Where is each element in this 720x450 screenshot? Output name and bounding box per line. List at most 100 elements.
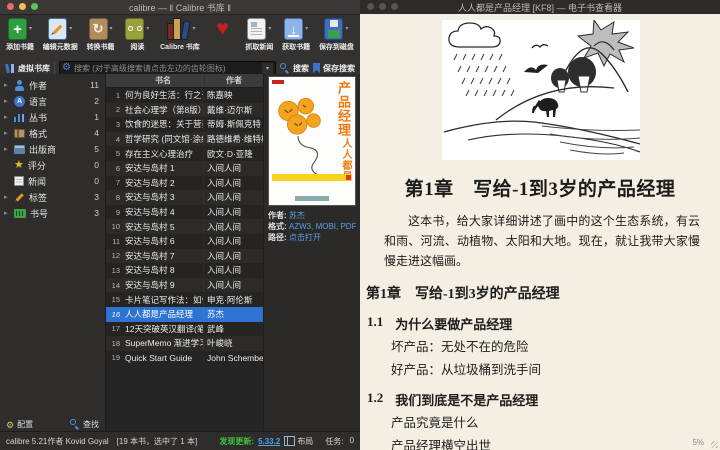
heart-icon: ♥	[216, 17, 229, 40]
expand-arrow-icon[interactable]: ▸	[4, 193, 10, 201]
virtual-library-icon	[5, 63, 15, 73]
book-row[interactable]: 13 安达与岛村 8 入间人间	[106, 263, 263, 278]
subsection-1-2: 1.2 我们到底是不是产品经理	[367, 390, 539, 409]
minimize-button[interactable]	[19, 3, 26, 10]
virtual-library-button[interactable]: 虚拟书库	[5, 63, 50, 74]
book-row[interactable]: 15卡片笔记写作法：如何实现从阅读...申克·阿伦斯	[106, 292, 263, 307]
gear-icon[interactable]: ⚙	[62, 63, 71, 73]
sidebar-item-publishers[interactable]: ▸ 出版商 5	[0, 141, 105, 157]
book-row[interactable]: 1何为良好生活：行之于途而应于心陈嘉映	[106, 88, 263, 103]
pencil-icon	[52, 24, 63, 34]
fetch-news-button[interactable]: ▾ 抓取新闻	[245, 17, 273, 52]
news-icon	[14, 176, 24, 186]
expand-arrow-icon[interactable]: ▸	[4, 129, 10, 137]
authors-icon	[14, 79, 25, 91]
save-search-button[interactable]: 保存搜索	[313, 63, 355, 74]
library-icon	[167, 18, 182, 40]
book-row[interactable]: 7 安达与岛村 2 入间人间	[106, 175, 263, 191]
maximize-button[interactable]	[391, 3, 398, 10]
resize-handle[interactable]	[711, 441, 718, 448]
book-row[interactable]: 3饮食的迷思：关于营养、健康和遗...蒂姆·斯佩克特	[106, 117, 263, 132]
jobs-indicator[interactable]: 任务: 0	[325, 436, 354, 447]
maximize-button[interactable]	[31, 3, 38, 10]
chevron-down-icon[interactable]: ▾	[345, 26, 348, 32]
book-row[interactable]: 6 安达与岛村 1 入间人间	[106, 160, 263, 176]
download-icon: ↓	[284, 18, 304, 40]
column-header-title[interactable]: 书名	[122, 75, 204, 86]
library-button[interactable]: ▾ Calibre 书库	[160, 17, 200, 52]
window-title: 人人都是产品经理 [KF8] — 电子书查看器	[457, 2, 622, 13]
floppy-disk-icon	[324, 18, 344, 40]
search-history-dropdown[interactable]: ▾	[262, 62, 273, 74]
sidebar-item-formats[interactable]: ▸ 格式 4	[0, 125, 105, 141]
book-row[interactable]: 5 存在主义心理治疗 欧文·D·亚隆	[106, 146, 263, 161]
layout-button[interactable]: 布局	[284, 436, 313, 447]
toc-line: 产品究竟是什么	[391, 416, 479, 431]
sidebar-item-languages[interactable]: ▸ 语言 2	[0, 93, 105, 109]
languages-icon	[14, 95, 25, 107]
chevron-down-icon[interactable]: ▾	[29, 26, 32, 32]
book-row[interactable]: 8 安达与岛村 3 入间人间	[106, 190, 263, 205]
minimize-button[interactable]	[379, 3, 386, 10]
calibre-titlebar[interactable]: calibre — ‖ Calibre 书库 ‖	[0, 0, 360, 15]
sidebar-item-identifiers[interactable]: ▸ 书号 3	[0, 205, 105, 221]
chevron-down-icon[interactable]: ▾	[268, 26, 271, 32]
ecosystem-illustration	[442, 18, 641, 160]
book-row[interactable]: 1712天突破英汉翻译(笔译篇)武峰	[106, 321, 263, 337]
expand-arrow-icon[interactable]: ▸	[4, 113, 10, 121]
chevron-down-icon[interactable]: ▾	[110, 26, 113, 32]
sidebar-item-series[interactable]: ▸ 丛书 1	[0, 109, 105, 125]
toc-line: 坏产品：无处不在的危险	[391, 340, 529, 355]
viewer-titlebar[interactable]: 人人都是产品经理 [KF8] — 电子书查看器	[360, 0, 720, 14]
chevron-down-icon[interactable]: ▾	[69, 26, 72, 32]
sidebar-item-news[interactable]: ▸ 新闻 0	[0, 173, 105, 189]
expand-arrow-icon[interactable]: ▸	[4, 81, 10, 89]
edit-metadata-button[interactable]: ▾ 编辑元数据	[43, 17, 78, 52]
close-button[interactable]	[367, 3, 374, 10]
book-row[interactable]: 18SuperMemo 渐进学习大型指北叶峻峣	[106, 336, 263, 351]
donate-button[interactable]: ♥	[209, 17, 237, 42]
chevron-down-icon[interactable]: ▾	[192, 26, 195, 32]
book-row[interactable]: 14 安达与岛村 9 入间人间	[106, 277, 263, 293]
update-notice: 发现更新:	[219, 436, 255, 446]
book-row[interactable]: 10 安达与岛村 5 入间人间	[106, 219, 263, 234]
book-row[interactable]: 4哲学研究 (同文馆·涂纪亮哲学译著...路德维希·维特根斯坦	[106, 131, 263, 147]
book-row[interactable]: 9 安达与岛村 4 入间人间	[106, 204, 263, 220]
edit-metadata-icon	[48, 18, 68, 40]
save-to-disk-button[interactable]: ▾ 保存到磁盘	[319, 17, 354, 52]
search-icon	[70, 419, 80, 429]
open-path-link[interactable]: 点击打开	[289, 233, 321, 242]
expand-arrow-icon[interactable]: ▸	[4, 97, 10, 105]
chevron-down-icon[interactable]: ▾	[146, 26, 149, 32]
book-list: 书名 作者 1何为良好生活：行之于途而应于心陈嘉映 2社会心理学（第8版）（认识…	[106, 74, 263, 432]
book-row-selected[interactable]: 16 人人都是产品经理 苏杰	[106, 306, 263, 322]
cover-title: 产品经理 人人都是	[336, 81, 351, 182]
book-page[interactable]: 第1章 写给-1到3岁的产品经理 这本书，给大家详细讲述了画中的这个生态系统，有…	[360, 14, 720, 450]
sidebar-bottom-bar: 配置 查找	[0, 416, 105, 432]
book-cover[interactable]: 产品经理 人人都是	[268, 76, 356, 206]
sidebar-item-ratings[interactable]: ▸ ★ 评分 0	[0, 157, 105, 173]
intro-paragraph: 这本书，给大家详细讲述了画中的这个生态系统，有云和雨、河流、动植物、太阳和大地。…	[384, 214, 700, 268]
book-row[interactable]: 19 Quick Start Guide John Schember	[106, 350, 263, 366]
sidebar-item-tags[interactable]: ▸ 标签 3	[0, 189, 105, 205]
update-version-link[interactable]: 5.33.2	[258, 437, 280, 446]
author-link[interactable]: 苏杰	[289, 211, 305, 220]
sidebar-item-authors[interactable]: ▸ 作者 11	[0, 77, 105, 93]
list-header[interactable]: 书名 作者	[106, 74, 263, 88]
calibre-window: calibre — ‖ Calibre 书库 ‖ + ▾ 添加书籍 ▾ 编辑元数据…	[0, 0, 360, 450]
get-books-button[interactable]: ↓ ▾ 获取书籍	[282, 17, 310, 52]
column-header-author[interactable]: 作者	[204, 75, 263, 86]
convert-books-button[interactable]: ↻ ▾ 转换书籍	[87, 17, 115, 52]
close-button[interactable]	[7, 3, 14, 10]
book-row[interactable]: 11 安达与岛村 6 入间人间	[106, 233, 263, 249]
format-links[interactable]: AZW3, MOBI, PDF	[289, 222, 356, 231]
book-row[interactable]: 2社会心理学（第8版）（认识自我...戴维·迈尔斯	[106, 102, 263, 118]
find-button[interactable]: 查找	[70, 419, 99, 430]
add-books-button[interactable]: + ▾ 添加书籍	[6, 17, 34, 52]
search-button[interactable]: 搜索	[280, 63, 309, 74]
expand-arrow-icon[interactable]: ▸	[4, 209, 10, 217]
expand-arrow-icon[interactable]: ▸	[4, 145, 10, 153]
chevron-down-icon[interactable]: ▾	[305, 26, 308, 32]
read-button[interactable]: ▾ 阅读	[123, 17, 151, 52]
book-row[interactable]: 12 安达与岛村 7 入间人间	[106, 248, 263, 264]
